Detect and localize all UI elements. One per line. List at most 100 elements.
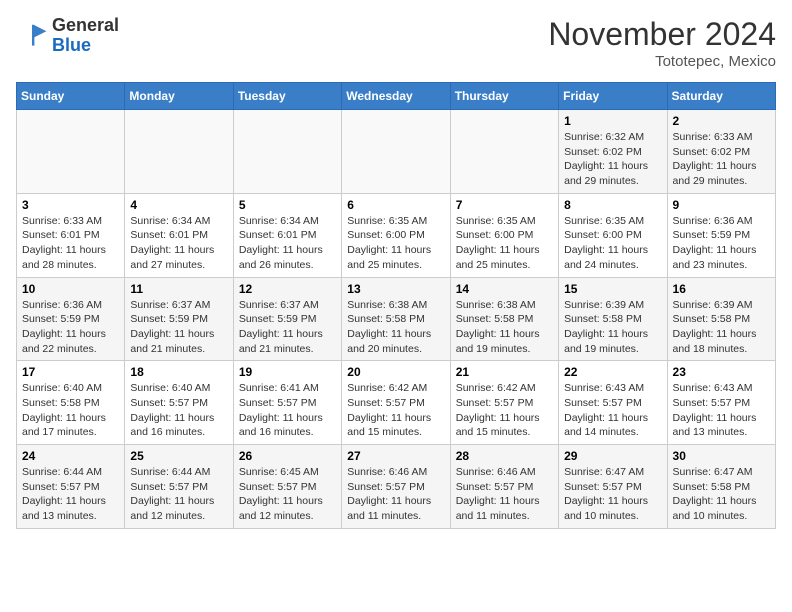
day-number: 15 — [564, 282, 661, 296]
day-info: Sunrise: 6:44 AMSunset: 5:57 PMDaylight:… — [22, 465, 119, 524]
calendar-cell: 24 Sunrise: 6:44 AMSunset: 5:57 PMDayligh… — [17, 445, 125, 529]
calendar-cell: 23 Sunrise: 6:43 AMSunset: 5:57 PMDayligh… — [667, 361, 775, 445]
day-info: Sunrise: 6:39 AMSunset: 5:58 PMDaylight:… — [673, 298, 770, 357]
calendar-cell: 12 Sunrise: 6:37 AMSunset: 5:59 PMDayligh… — [233, 277, 341, 361]
day-info: Sunrise: 6:38 AMSunset: 5:58 PMDaylight:… — [347, 298, 444, 357]
calendar-cell: 17 Sunrise: 6:40 AMSunset: 5:58 PMDayligh… — [17, 361, 125, 445]
col-header-sunday: Sunday — [17, 83, 125, 110]
day-number: 22 — [564, 365, 661, 379]
day-info: Sunrise: 6:43 AMSunset: 5:57 PMDaylight:… — [564, 381, 661, 440]
day-number: 12 — [239, 282, 336, 296]
calendar-cell: 11Sunrise: 6:37 AMSunset: 5:59 PMDayligh… — [125, 277, 233, 361]
calendar-cell: 16 Sunrise: 6:39 AMSunset: 5:58 PMDayligh… — [667, 277, 775, 361]
day-number: 23 — [673, 365, 770, 379]
calendar-table: SundayMondayTuesdayWednesdayThursdayFrid… — [16, 82, 776, 529]
calendar-cell: 10Sunrise: 6:36 AMSunset: 5:59 PMDayligh… — [17, 277, 125, 361]
day-info: Sunrise: 6:35 AMSunset: 6:00 PMDaylight:… — [456, 214, 553, 273]
col-header-thursday: Thursday — [450, 83, 558, 110]
calendar-cell: 4 Sunrise: 6:34 AMSunset: 6:01 PMDaylight… — [125, 193, 233, 277]
day-number: 10 — [22, 282, 119, 296]
day-info: Sunrise: 6:32 AMSunset: 6:02 PMDaylight:… — [564, 130, 661, 189]
day-info: Sunrise: 6:33 AMSunset: 6:01 PMDaylight:… — [22, 214, 119, 273]
day-number: 3 — [22, 198, 119, 212]
calendar-cell: 22 Sunrise: 6:43 AMSunset: 5:57 PMDayligh… — [559, 361, 667, 445]
day-info: Sunrise: 6:35 AMSunset: 6:00 PMDaylight:… — [347, 214, 444, 273]
day-info: Sunrise: 6:47 AMSunset: 5:57 PMDaylight:… — [564, 465, 661, 524]
day-number: 19 — [239, 365, 336, 379]
calendar-cell: 9Sunrise: 6:36 AMSunset: 5:59 PMDaylight… — [667, 193, 775, 277]
day-info: Sunrise: 6:35 AMSunset: 6:00 PMDaylight:… — [564, 214, 661, 273]
calendar-cell — [17, 110, 125, 194]
day-number: 26 — [239, 449, 336, 463]
month-title: November 2024 — [548, 16, 776, 53]
calendar-cell: 1 Sunrise: 6:32 AMSunset: 6:02 PMDaylight… — [559, 110, 667, 194]
day-number: 28 — [456, 449, 553, 463]
day-info: Sunrise: 6:44 AMSunset: 5:57 PMDaylight:… — [130, 465, 227, 524]
col-header-tuesday: Tuesday — [233, 83, 341, 110]
location: Tototepec, Mexico — [548, 53, 776, 70]
calendar-cell: 7 Sunrise: 6:35 AMSunset: 6:00 PMDaylight… — [450, 193, 558, 277]
title-block: November 2024 Tototepec, Mexico — [548, 16, 776, 70]
calendar-cell: 26Sunrise: 6:45 AMSunset: 5:57 PMDayligh… — [233, 445, 341, 529]
day-info: Sunrise: 6:46 AMSunset: 5:57 PMDaylight:… — [456, 465, 553, 524]
calendar-week-2: 3 Sunrise: 6:33 AMSunset: 6:01 PMDaylight… — [17, 193, 776, 277]
calendar-week-1: 1 Sunrise: 6:32 AMSunset: 6:02 PMDaylight… — [17, 110, 776, 194]
day-number: 14 — [456, 282, 553, 296]
day-number: 20 — [347, 365, 444, 379]
calendar-cell: 14Sunrise: 6:38 AMSunset: 5:58 PMDayligh… — [450, 277, 558, 361]
calendar-cell: 3 Sunrise: 6:33 AMSunset: 6:01 PMDaylight… — [17, 193, 125, 277]
page-header: General Blue November 2024 Tototepec, Me… — [16, 16, 776, 70]
calendar-cell: 19 Sunrise: 6:41 AMSunset: 5:57 PMDayligh… — [233, 361, 341, 445]
calendar-week-5: 24 Sunrise: 6:44 AMSunset: 5:57 PMDayligh… — [17, 445, 776, 529]
day-info: Sunrise: 6:33 AMSunset: 6:02 PMDaylight:… — [673, 130, 770, 189]
day-number: 2 — [673, 114, 770, 128]
calendar-week-3: 10Sunrise: 6:36 AMSunset: 5:59 PMDayligh… — [17, 277, 776, 361]
day-number: 7 — [456, 198, 553, 212]
calendar-cell: 2 Sunrise: 6:33 AMSunset: 6:02 PMDaylight… — [667, 110, 775, 194]
calendar-cell — [233, 110, 341, 194]
day-number: 16 — [673, 282, 770, 296]
day-info: Sunrise: 6:37 AMSunset: 5:59 PMDaylight:… — [239, 298, 336, 357]
day-number: 17 — [22, 365, 119, 379]
day-number: 24 — [22, 449, 119, 463]
day-number: 30 — [673, 449, 770, 463]
col-header-saturday: Saturday — [667, 83, 775, 110]
day-number: 1 — [564, 114, 661, 128]
calendar-cell: 29 Sunrise: 6:47 AMSunset: 5:57 PMDayligh… — [559, 445, 667, 529]
day-info: Sunrise: 6:39 AMSunset: 5:58 PMDaylight:… — [564, 298, 661, 357]
day-number: 9 — [673, 198, 770, 212]
day-info: Sunrise: 6:47 AMSunset: 5:58 PMDaylight:… — [673, 465, 770, 524]
day-info: Sunrise: 6:40 AMSunset: 5:58 PMDaylight:… — [22, 381, 119, 440]
logo-icon — [16, 20, 48, 52]
day-info: Sunrise: 6:34 AMSunset: 6:01 PMDaylight:… — [239, 214, 336, 273]
day-info: Sunrise: 6:41 AMSunset: 5:57 PMDaylight:… — [239, 381, 336, 440]
calendar-header: SundayMondayTuesdayWednesdayThursdayFrid… — [17, 83, 776, 110]
day-number: 4 — [130, 198, 227, 212]
day-number: 21 — [456, 365, 553, 379]
day-number: 5 — [239, 198, 336, 212]
calendar-cell: 20 Sunrise: 6:42 AMSunset: 5:57 PMDayligh… — [342, 361, 450, 445]
logo: General Blue — [16, 16, 119, 56]
calendar-cell: 13 Sunrise: 6:38 AMSunset: 5:58 PMDayligh… — [342, 277, 450, 361]
day-info: Sunrise: 6:34 AMSunset: 6:01 PMDaylight:… — [130, 214, 227, 273]
day-info: Sunrise: 6:42 AMSunset: 5:57 PMDaylight:… — [347, 381, 444, 440]
day-number: 8 — [564, 198, 661, 212]
calendar-week-4: 17 Sunrise: 6:40 AMSunset: 5:58 PMDayligh… — [17, 361, 776, 445]
day-number: 29 — [564, 449, 661, 463]
day-number: 18 — [130, 365, 227, 379]
col-header-monday: Monday — [125, 83, 233, 110]
calendar-cell: 18Sunrise: 6:40 AMSunset: 5:57 PMDayligh… — [125, 361, 233, 445]
day-info: Sunrise: 6:37 AMSunset: 5:59 PMDaylight:… — [130, 298, 227, 357]
calendar-cell — [450, 110, 558, 194]
day-number: 25 — [130, 449, 227, 463]
day-number: 6 — [347, 198, 444, 212]
calendar-cell: 6 Sunrise: 6:35 AMSunset: 6:00 PMDaylight… — [342, 193, 450, 277]
day-info: Sunrise: 6:46 AMSunset: 5:57 PMDaylight:… — [347, 465, 444, 524]
day-number: 27 — [347, 449, 444, 463]
day-info: Sunrise: 6:43 AMSunset: 5:57 PMDaylight:… — [673, 381, 770, 440]
col-header-friday: Friday — [559, 83, 667, 110]
calendar-cell: 25 Sunrise: 6:44 AMSunset: 5:57 PMDayligh… — [125, 445, 233, 529]
calendar-cell: 21Sunrise: 6:42 AMSunset: 5:57 PMDayligh… — [450, 361, 558, 445]
day-number: 13 — [347, 282, 444, 296]
calendar-cell — [342, 110, 450, 194]
